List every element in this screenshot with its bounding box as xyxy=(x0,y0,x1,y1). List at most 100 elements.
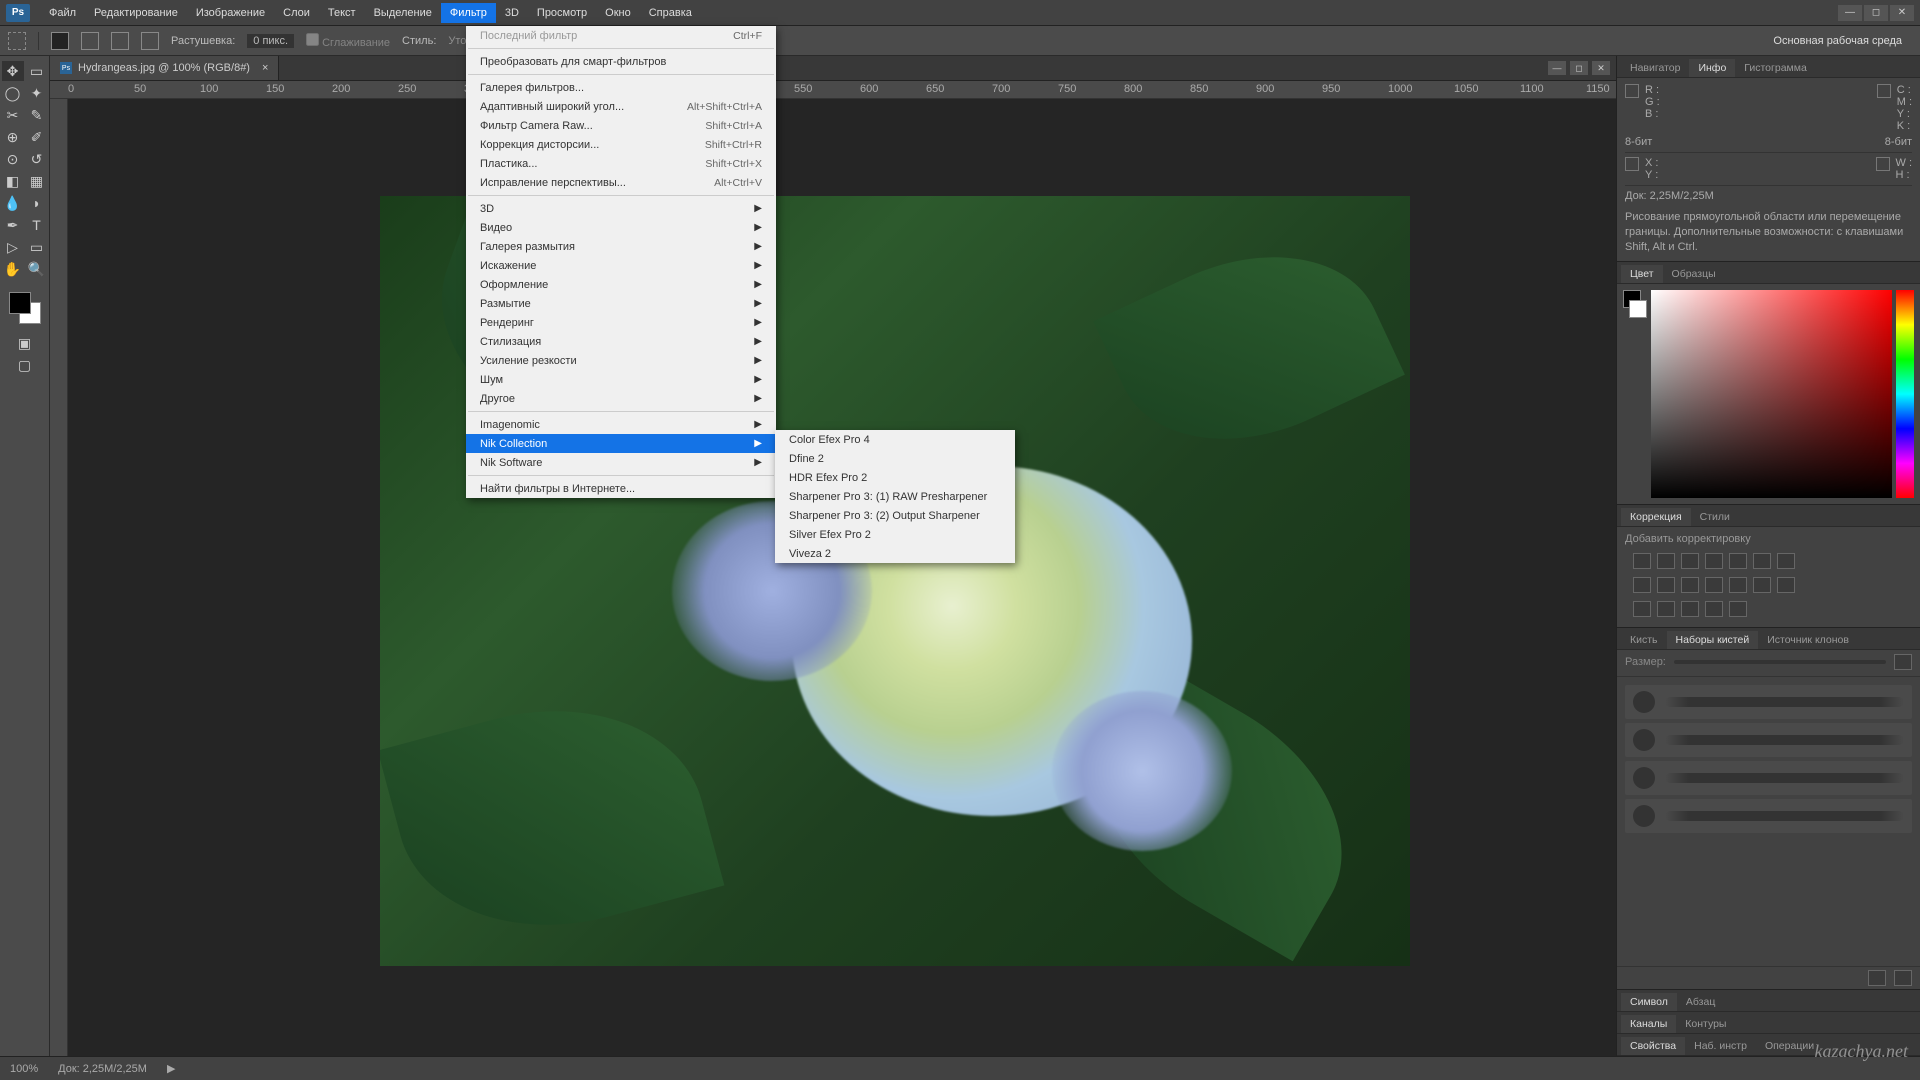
threshold-icon[interactable] xyxy=(1777,577,1795,593)
brush-size-slider[interactable] xyxy=(1674,660,1886,664)
status-arrow-icon[interactable]: ▶ xyxy=(167,1062,175,1075)
tab-Цвет[interactable]: Цвет xyxy=(1621,265,1663,283)
new-brush-icon[interactable] xyxy=(1868,970,1886,986)
menu-справка[interactable]: Справка xyxy=(640,3,701,23)
foreground-color[interactable] xyxy=(9,292,31,314)
curves-icon[interactable] xyxy=(1681,553,1699,569)
brush-preset[interactable] xyxy=(1625,761,1912,795)
menu-item[interactable]: Color Efex Pro 4 xyxy=(775,430,1015,449)
tab-Стили[interactable]: Стили xyxy=(1691,508,1739,526)
menu-редактирование[interactable]: Редактирование xyxy=(85,3,187,23)
maximize-button[interactable]: ◻ xyxy=(1864,5,1888,21)
tab-Инфо[interactable]: Инфо xyxy=(1689,59,1735,77)
mixer-icon[interactable] xyxy=(1681,577,1699,593)
screenmode-tool[interactable]: ▢ xyxy=(14,355,36,375)
menu-item[interactable]: HDR Efex Pro 2 xyxy=(775,468,1015,487)
hand-tool[interactable]: ✋ xyxy=(2,259,24,279)
tab-Свойства[interactable]: Свойства xyxy=(1621,1037,1685,1055)
doc-minimize[interactable]: — xyxy=(1548,61,1566,75)
menu-item[interactable]: Усиление резкости▶ xyxy=(466,351,776,370)
minimize-button[interactable]: — xyxy=(1838,5,1862,21)
tab-Абзац[interactable]: Абзац xyxy=(1677,993,1724,1011)
gradient-map-icon[interactable] xyxy=(1633,601,1651,617)
tool-preset-icon[interactable] xyxy=(8,32,26,50)
type-tool[interactable]: T xyxy=(26,215,48,235)
menu-item[interactable]: Sharpener Pro 3: (1) RAW Presharpener xyxy=(775,487,1015,506)
vibrance-icon[interactable] xyxy=(1729,553,1747,569)
menu-item[interactable]: Галерея размытия▶ xyxy=(466,237,776,256)
marquee-tool[interactable]: ▭ xyxy=(26,61,48,81)
menu-3d[interactable]: 3D xyxy=(496,3,528,23)
menu-item[interactable]: Оформление▶ xyxy=(466,275,776,294)
tab-Наборы кистей[interactable]: Наборы кистей xyxy=(1667,631,1759,649)
eyedropper-tool[interactable]: ✎ xyxy=(26,105,48,125)
menu-item[interactable]: Видео▶ xyxy=(466,218,776,237)
menu-item[interactable]: Галерея фильтров... xyxy=(466,78,776,97)
menu-item[interactable]: Silver Efex Pro 2 xyxy=(775,525,1015,544)
hue-slider[interactable] xyxy=(1896,290,1914,498)
levels-icon[interactable] xyxy=(1657,553,1675,569)
pen-tool[interactable]: ✒ xyxy=(2,215,24,235)
menu-item[interactable]: Найти фильтры в Интернете... xyxy=(466,479,776,498)
workspace-switcher[interactable]: Основная рабочая среда xyxy=(1763,33,1912,49)
tab-Наб. инстр[interactable]: Наб. инстр xyxy=(1685,1037,1756,1055)
doc-close[interactable]: ✕ xyxy=(1592,61,1610,75)
menu-файл[interactable]: Файл xyxy=(40,3,85,23)
path-tool[interactable]: ▷ xyxy=(2,237,24,257)
balance-icon[interactable] xyxy=(1777,553,1795,569)
tab-Образцы[interactable]: Образцы xyxy=(1663,265,1725,283)
menu-изображение[interactable]: Изображение xyxy=(187,3,274,23)
quickmask-tool[interactable]: ▣ xyxy=(14,333,36,353)
tab-Кисть[interactable]: Кисть xyxy=(1621,631,1667,649)
menu-item[interactable]: Шум▶ xyxy=(466,370,776,389)
wand-tool[interactable]: ✦ xyxy=(26,83,48,103)
brush-tool[interactable]: ✐ xyxy=(26,127,48,147)
menu-item[interactable]: Dfine 2 xyxy=(775,449,1015,468)
menu-выделение[interactable]: Выделение xyxy=(365,3,441,23)
crop-tool[interactable]: ✂ xyxy=(2,105,24,125)
tab-Навигатор[interactable]: Навигатор xyxy=(1621,59,1689,77)
menu-item[interactable]: Исправление перспективы...Alt+Ctrl+V xyxy=(466,173,776,192)
menu-слои[interactable]: Слои xyxy=(274,3,319,23)
lasso-tool[interactable]: ◯ xyxy=(2,83,24,103)
menu-item[interactable]: Преобразовать для смарт-фильтров xyxy=(466,52,776,71)
color-swatches[interactable] xyxy=(7,290,43,326)
menu-item[interactable]: Коррекция дисторсии...Shift+Ctrl+R xyxy=(466,135,776,154)
stamp-tool[interactable]: ⊙ xyxy=(2,149,24,169)
adj3-icon[interactable] xyxy=(1681,601,1699,617)
menu-окно[interactable]: Окно xyxy=(596,3,640,23)
adj5-icon[interactable] xyxy=(1729,601,1747,617)
menu-item[interactable]: Рендеринг▶ xyxy=(466,313,776,332)
menu-item[interactable]: Nik Software▶ xyxy=(466,453,776,472)
adj4-icon[interactable] xyxy=(1705,601,1723,617)
brush-preset[interactable] xyxy=(1625,723,1912,757)
bw-icon[interactable] xyxy=(1633,577,1651,593)
menu-item[interactable]: Nik Collection▶ xyxy=(466,434,776,453)
eraser-tool[interactable]: ◧ xyxy=(2,171,24,191)
brightness-icon[interactable] xyxy=(1633,553,1651,569)
menu-item[interactable]: Другое▶ xyxy=(466,389,776,408)
tab-close-icon[interactable]: × xyxy=(262,62,268,74)
menu-item[interactable]: Viveza 2 xyxy=(775,544,1015,563)
brush-toggle-icon[interactable] xyxy=(1894,654,1912,670)
tab-Коррекция[interactable]: Коррекция xyxy=(1621,508,1691,526)
menu-item[interactable]: Размытие▶ xyxy=(466,294,776,313)
healing-tool[interactable]: ⊕ xyxy=(2,127,24,147)
color-field[interactable] xyxy=(1651,290,1892,498)
photo-filter-icon[interactable] xyxy=(1657,577,1675,593)
tab-Каналы[interactable]: Каналы xyxy=(1621,1015,1676,1033)
blur-tool[interactable]: 💧 xyxy=(2,193,24,213)
hue-icon[interactable] xyxy=(1753,553,1771,569)
brush-preset[interactable] xyxy=(1625,685,1912,719)
selection-add-icon[interactable] xyxy=(81,32,99,50)
shape-tool[interactable]: ▭ xyxy=(26,237,48,257)
dodge-tool[interactable]: ◗ xyxy=(26,193,48,213)
menu-item[interactable]: Пластика...Shift+Ctrl+X xyxy=(466,154,776,173)
picker-swatches[interactable] xyxy=(1623,290,1647,498)
lookup-icon[interactable] xyxy=(1705,577,1723,593)
invert-icon[interactable] xyxy=(1729,577,1747,593)
tab-Гистограмма[interactable]: Гистограмма xyxy=(1735,59,1816,77)
close-button[interactable]: ✕ xyxy=(1890,5,1914,21)
menu-текст[interactable]: Текст xyxy=(319,3,365,23)
selection-new-icon[interactable] xyxy=(51,32,69,50)
